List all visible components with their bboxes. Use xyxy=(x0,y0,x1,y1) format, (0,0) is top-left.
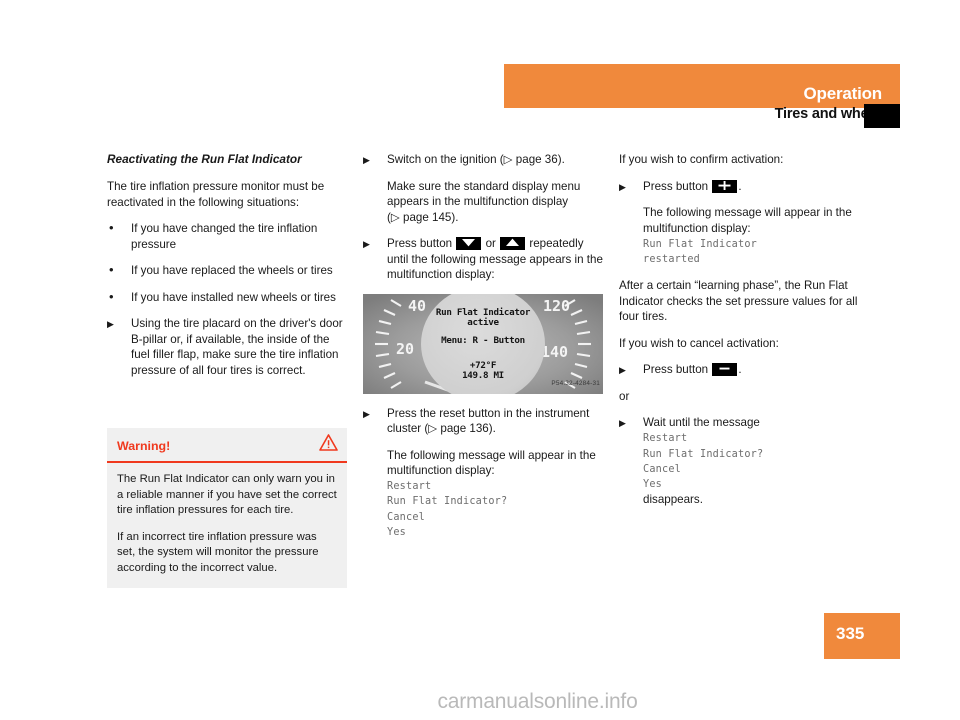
message-line: Run Flat Indicator xyxy=(643,238,758,250)
step-press-reset-button: ▶ Press the reset button in the instrume… xyxy=(363,406,603,437)
step-label: Press button . xyxy=(643,363,742,377)
note-text: The following message will appear in the… xyxy=(643,206,852,235)
step-label: Wait until the message Restart Run Flat … xyxy=(643,416,859,506)
message-line: Restart xyxy=(643,433,688,445)
step-label: Press the reset button in the instrument… xyxy=(387,407,589,436)
page-ref-label[interactable]: page 145 xyxy=(403,211,451,224)
header-title: Operation xyxy=(803,84,883,103)
message-line: Run Flat Indicator? xyxy=(643,448,764,460)
step-text-end: ). xyxy=(488,422,496,435)
chapter-thumb-marker xyxy=(864,104,900,128)
step-text: Press button xyxy=(387,237,453,250)
minus-button-icon[interactable] xyxy=(712,363,738,377)
message-line: Run Flat Indicator? xyxy=(387,496,508,508)
step-text: Press button xyxy=(643,363,709,377)
watermark: carmanualsonline.info xyxy=(437,690,638,713)
right-column: If you wish to confirm activation: ▶ Pre… xyxy=(619,152,859,519)
step-label: Press button or repeatedly until the fol… xyxy=(387,237,603,281)
step-text: Switch on the ignition ( xyxy=(387,153,504,166)
header-bar: Operation xyxy=(504,64,900,108)
message-line: Cancel xyxy=(387,511,426,523)
cluster-message-line: Menu: R - Button xyxy=(441,334,525,346)
triangle-right-icon: ▶ xyxy=(619,418,626,429)
confirm-note-block: The following message will appear in the… xyxy=(619,205,859,267)
message-line: Yes xyxy=(387,526,407,538)
step-text: Press button xyxy=(643,179,709,193)
message-line: restarted xyxy=(643,253,701,265)
or-label: or xyxy=(619,389,630,403)
step-label: Switch on the ignition (▷ page 36). xyxy=(387,153,565,166)
step-press-plus-button: ▶ Press button . xyxy=(619,179,859,195)
message-line: Restart xyxy=(387,481,432,493)
warning-header: Warning! xyxy=(107,428,347,463)
plus-button-icon[interactable] xyxy=(712,179,738,193)
note-standard-display: Make sure the standard display menu appe… xyxy=(363,179,603,226)
triangle-right-icon: ▶ xyxy=(619,365,626,376)
list-item-label: If you have installed new wheels or tire… xyxy=(131,290,336,304)
step-switch-ignition: ▶ Switch on the ignition (▷ page 36). xyxy=(363,152,603,168)
step-label: Press button . xyxy=(643,179,742,193)
figure-code-label: P54.32-4284-31 xyxy=(551,380,600,387)
step-press-minus-button: ▶ Press button . xyxy=(619,362,859,378)
step-press-arrow-buttons: ▶ Press button or repeatedly until the f… xyxy=(363,236,603,283)
up-arrow-button-icon[interactable] xyxy=(500,237,526,250)
down-arrow-button-icon[interactable] xyxy=(456,237,482,250)
confirm-activation-heading: If you wish to confirm activation: xyxy=(619,153,784,166)
list-item: • If you have replaced the wheels or tir… xyxy=(107,262,347,279)
learning-phase-paragraph: After a certain “learning phase”, the Ru… xyxy=(619,279,858,324)
page-number-badge: 335 xyxy=(824,613,900,659)
triangle-right-icon: ▶ xyxy=(107,319,114,329)
cancel-activation-heading: If you wish to cancel activation: xyxy=(619,336,779,350)
page-ref-icon: ▷ xyxy=(428,422,441,435)
warning-triangle-icon xyxy=(319,434,338,456)
list-item-label: If you have changed the tire inflation p… xyxy=(131,222,318,251)
note-text: The following message will appear in the… xyxy=(387,448,596,478)
triangle-right-icon: ▶ xyxy=(363,155,370,165)
triangle-right-icon: ▶ xyxy=(363,239,370,249)
step-text-end: disappears. xyxy=(643,493,703,507)
triangle-right-icon: ▶ xyxy=(363,408,370,419)
warning-paragraph: The Run Flat Indicator can only warn you… xyxy=(117,473,337,516)
action-step: ▶ Using the tire placard on the driver's… xyxy=(107,316,347,378)
cluster-message-block: Restart Run Flat Indicator? Cancel Yes xyxy=(387,479,603,540)
middle-column: ▶ Switch on the ignition (▷ page 36). Ma… xyxy=(363,152,603,551)
step-text: Wait until the message xyxy=(643,416,760,430)
cluster-message-block: Restart Run Flat Indicator? Cancel Yes xyxy=(643,431,859,492)
list-item: • If you have installed new wheels or ti… xyxy=(107,288,347,306)
left-column: Reactivating the Run Flat Indicator The … xyxy=(107,152,347,389)
page-ref-icon: ▷ xyxy=(503,153,516,166)
warning-title: Warning! xyxy=(117,439,171,453)
or-label: or xyxy=(485,237,496,250)
bullet-icon: • xyxy=(109,220,114,235)
bullet-icon: • xyxy=(109,288,114,304)
page-number: 335 xyxy=(836,624,865,643)
page-ref-label[interactable]: page 136 xyxy=(440,422,488,435)
message-line: Yes xyxy=(643,478,663,490)
bullet-icon: • xyxy=(109,262,114,277)
list-item-label: If you have replaced the wheels or tires xyxy=(131,264,333,277)
warning-paragraph: If an incorrect tire inflation pressure … xyxy=(117,530,319,574)
list-item: • If you have changed the tire inflation… xyxy=(107,220,347,252)
message-line: Cancel xyxy=(643,463,682,475)
cluster-message-line: active xyxy=(467,316,499,328)
triangle-right-icon: ▶ xyxy=(619,181,626,192)
note-text-end: ). xyxy=(451,210,459,224)
page-title: Reactivating the Run Flat Indicator xyxy=(107,152,302,166)
page-ref-icon: ▷ xyxy=(390,210,404,224)
warning-box: Warning! The Run Flat Indicator can only… xyxy=(107,428,347,588)
step-wait-until-message: ▶ Wait until the message Restart Run Fla… xyxy=(619,415,859,508)
step-text-end: . xyxy=(738,179,742,193)
intro-paragraph: The tire inflation pressure monitor must… xyxy=(107,180,325,209)
page-ref-label[interactable]: page 36 xyxy=(516,153,558,166)
step-text-end: ). xyxy=(557,153,565,166)
note-following-message: The following message will appear in the… xyxy=(363,448,603,541)
instrument-cluster-display: 40 20 120 140 Run Flat Indicator active … xyxy=(363,293,603,394)
step-text-end: . xyxy=(738,363,742,377)
warning-body: The Run Flat Indicator can only warn you… xyxy=(107,463,347,588)
action-step-label: Using the tire placard on the driver's d… xyxy=(131,317,343,377)
cluster-message-block: Run Flat Indicator restarted xyxy=(643,237,859,267)
